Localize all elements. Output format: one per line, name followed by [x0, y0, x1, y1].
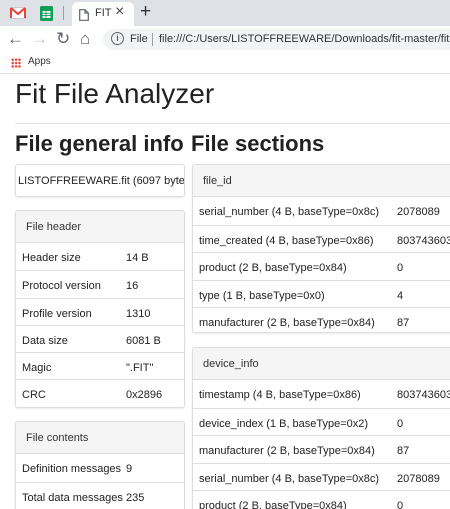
- row-value: ".FIT": [126, 362, 154, 375]
- bookmarks-bar: Apps: [0, 52, 450, 74]
- tab-strip: FIT × +: [0, 0, 450, 26]
- table-row: timestamp (4 B, baseType=0x86) 803743603: [193, 380, 450, 408]
- file-name-size: LISTOFFREEWARE.fit (6097 bytes): [18, 175, 185, 187]
- field-value: 2078089: [397, 206, 440, 218]
- document-icon: [79, 8, 89, 26]
- reload-button[interactable]: ↻: [56, 29, 70, 49]
- row-value: 0x2896: [126, 389, 163, 402]
- row-value: 235: [126, 491, 145, 504]
- file-contents-table: Definition messages 9 Total data messages…: [16, 454, 184, 509]
- table-row: Profile version 1310: [16, 297, 184, 325]
- tab-fit[interactable]: FIT ×: [72, 2, 134, 26]
- field-key: time_created (4 B, baseType=0x86): [199, 234, 374, 247]
- file-header-panel: File header Header size 14 B Protocol ver…: [15, 210, 185, 408]
- row-key: Header size: [22, 252, 81, 264]
- apps-grid-icon[interactable]: [11, 58, 21, 68]
- table-row: Data size 6081 B: [16, 324, 184, 352]
- file-header-table: Header size 14 B Protocol version 16 Profi…: [16, 243, 184, 407]
- field-key: timestamp (4 B, baseType=0x86): [199, 389, 361, 401]
- field-key: manufacturer (2 B, baseType=0x84): [199, 317, 375, 329]
- row-value: 6081 B: [126, 334, 161, 347]
- row-value: 16: [126, 280, 139, 293]
- home-button[interactable]: ⌂: [80, 29, 90, 49]
- file-contents-title: File contents: [16, 422, 184, 454]
- table-row: device_index (1 B, baseType=0x2) 0: [193, 407, 450, 436]
- table-row: product (2 B, baseType=0x84) 0: [193, 490, 450, 509]
- field-value: 0: [397, 417, 404, 430]
- general-info-heading: File general info: [15, 131, 184, 156]
- row-key: Total data messages: [22, 491, 123, 504]
- table-row: manufacturer (2 B, baseType=0x84) 87: [193, 307, 450, 332]
- site-info-icon[interactable]: i: [111, 32, 124, 45]
- scheme-label: File: [130, 33, 148, 45]
- field-value: 87: [397, 445, 410, 457]
- table-row: time_created (4 B, baseType=0x86) 8037436…: [193, 224, 450, 253]
- apps-bookmark[interactable]: Apps: [28, 56, 51, 67]
- section-title: file_id: [193, 165, 450, 197]
- table-row: serial_number (4 B, baseType=0x8c) 207808…: [193, 197, 450, 225]
- field-key: manufacturer (2 B, baseType=0x84): [199, 445, 375, 457]
- section-table: serial_number (4 B, baseType=0x8c) 207808…: [193, 197, 450, 332]
- table-row: Magic ".FIT": [16, 352, 184, 379]
- row-key: Definition messages: [22, 463, 122, 475]
- section-table: timestamp (4 B, baseType=0x86) 803743603 …: [193, 380, 450, 509]
- row-key: Data size: [22, 334, 68, 347]
- file-header-title: File header: [16, 211, 184, 243]
- field-value: 4: [397, 289, 404, 302]
- table-row: manufacturer (2 B, baseType=0x84) 87: [193, 435, 450, 463]
- sheets-icon[interactable]: [36, 4, 56, 22]
- section-title: device_info: [193, 348, 450, 380]
- row-key: Protocol version: [22, 280, 101, 293]
- field-value: 0: [397, 262, 404, 274]
- close-tab-icon[interactable]: ×: [115, 3, 124, 21]
- back-button[interactable]: ←: [7, 29, 24, 49]
- url-text[interactable]: file:///C:/Users/LISTOFFREEWARE/Download…: [159, 33, 450, 45]
- row-key: Magic: [22, 362, 52, 375]
- address-separator: [152, 33, 153, 46]
- field-value: 87: [397, 317, 410, 329]
- field-value: 803743603: [397, 389, 450, 401]
- row-value: 14 B: [126, 252, 149, 264]
- field-value: 2078089: [397, 472, 440, 485]
- field-key: type (1 B, baseType=0x0): [199, 289, 325, 302]
- row-key: CRC: [22, 389, 46, 402]
- new-tab-button[interactable]: +: [140, 1, 151, 23]
- sections-heading: File sections: [191, 131, 325, 156]
- row-value: 1310: [126, 307, 151, 320]
- forward-button[interactable]: →: [31, 29, 48, 49]
- table-row: Total data messages 235: [16, 481, 184, 509]
- field-key: serial_number (4 B, baseType=0x8c): [199, 472, 380, 485]
- table-row: CRC 0x2896: [16, 379, 184, 406]
- field-key: product (2 B, baseType=0x84): [199, 262, 347, 274]
- gmail-icon[interactable]: [8, 4, 28, 22]
- row-value: 9: [126, 463, 133, 475]
- field-key: product (2 B, baseType=0x84): [199, 500, 347, 509]
- table-row: Header size 14 B: [16, 243, 184, 270]
- page-title: Fit File Analyzer: [15, 78, 215, 109]
- table-row: product (2 B, baseType=0x84) 0: [193, 252, 450, 280]
- table-row: Definition messages 9: [16, 454, 184, 482]
- field-key: serial_number (4 B, baseType=0x8c): [199, 206, 380, 218]
- row-key: Profile version: [22, 307, 92, 320]
- field-key: device_index (1 B, baseType=0x2): [199, 417, 369, 430]
- tab-title: FIT: [95, 7, 112, 19]
- title-divider: [15, 123, 450, 124]
- section-file-id: file_id serial_number (4 B, baseType=0x8…: [192, 164, 450, 333]
- filename-panel: LISTOFFREEWARE.fit (6097 bytes): [15, 164, 185, 197]
- field-value: 0: [397, 500, 404, 509]
- table-row: type (1 B, baseType=0x0) 4: [193, 279, 450, 308]
- address-bar[interactable]: i File file:///C:/Users/LISTOFFREEWARE/D…: [103, 29, 450, 50]
- field-value: 803743603: [397, 234, 450, 247]
- file-contents-panel: File contents Definition messages 9 Total…: [15, 421, 185, 509]
- browser-toolbar: ← → ↻ ⌂ i File file:///C:/Users/LISTOFFR…: [0, 26, 450, 52]
- tab-separator: [63, 6, 64, 20]
- table-row: Protocol version 16: [16, 270, 184, 297]
- table-row: serial_number (4 B, baseType=0x8c) 207808…: [193, 462, 450, 491]
- section-device-info: device_info timestamp (4 B, baseType=0x8…: [192, 347, 450, 509]
